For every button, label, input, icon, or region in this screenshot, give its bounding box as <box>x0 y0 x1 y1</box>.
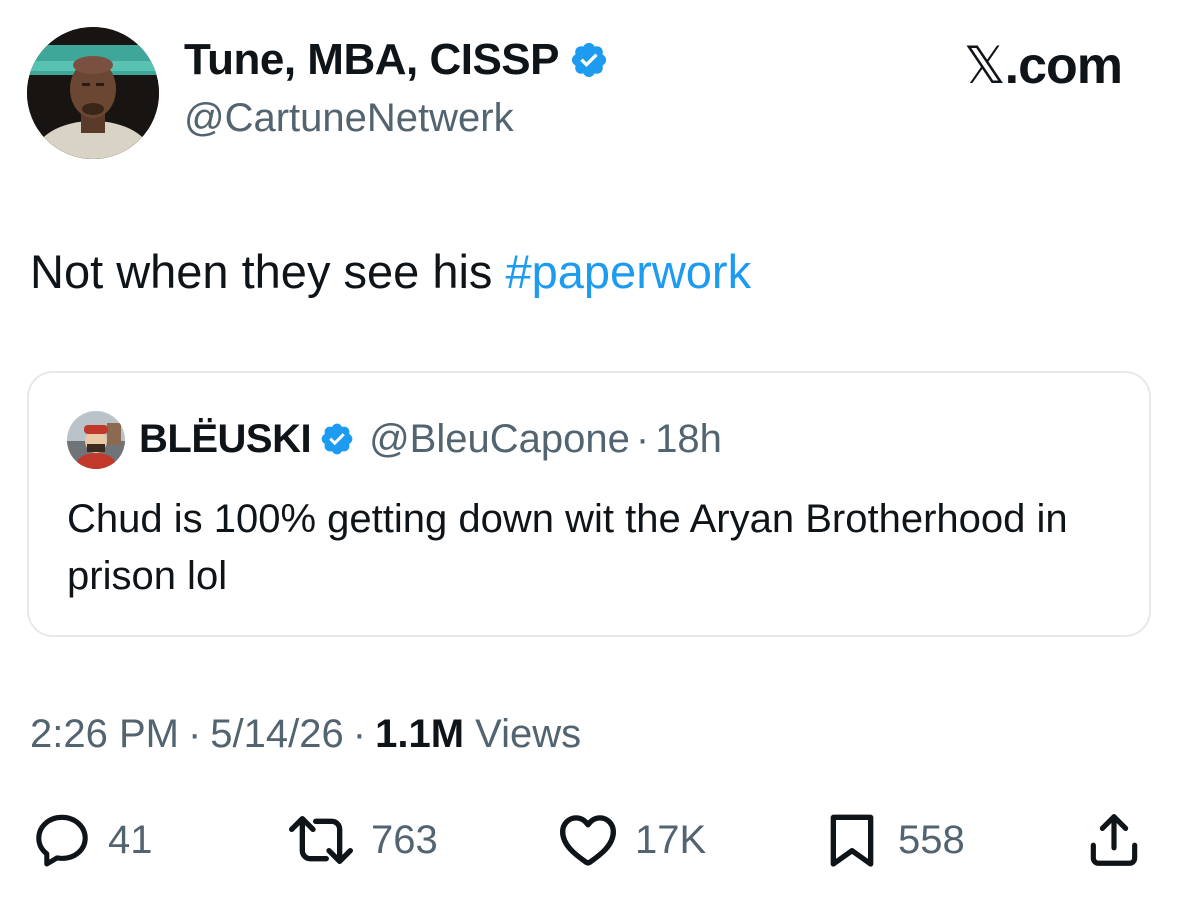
like-button[interactable]: 17K <box>555 800 706 880</box>
reply-button[interactable]: 41 <box>30 800 153 880</box>
author-handle[interactable]: @CartuneNetwerk <box>184 98 514 138</box>
quoted-tweet-text: Chud is 100% getting down wit the Aryan … <box>67 497 1068 598</box>
quoted-author-avatar[interactable] <box>67 411 125 469</box>
like-count: 17K <box>635 817 707 862</box>
x-logo-glyph: 𝕏 <box>963 36 1006 96</box>
verified-badge-icon <box>571 42 607 78</box>
tweet-time[interactable]: 2:26 PM <box>30 712 179 756</box>
share-icon <box>1090 814 1138 866</box>
views-label[interactable]: Views <box>475 712 581 756</box>
quoted-author-handle[interactable]: @BleuCapone <box>369 419 630 459</box>
quoted-author-name[interactable]: BLËUSKI <box>139 419 312 459</box>
reply-count: 41 <box>108 817 153 862</box>
like-icon <box>560 815 616 866</box>
action-bar: 41 763 17K 558 <box>0 800 1180 880</box>
repost-icon <box>288 816 353 864</box>
brand-suffix: .com <box>1004 37 1123 95</box>
tweet-text: Not when they see his #paperwork <box>30 244 751 300</box>
author-display-name[interactable]: Tune, MBA, CISSP <box>184 38 559 82</box>
bookmark-count: 558 <box>898 817 965 862</box>
bookmark-icon <box>830 814 874 867</box>
tweet-meta: 2:26 PM · 5/14/26 · 1.1M Views <box>30 714 581 754</box>
bookmark-button[interactable]: 558 <box>820 800 965 880</box>
share-button[interactable] <box>1083 800 1145 880</box>
separator-dot: · <box>635 417 650 461</box>
quoted-tweet-time[interactable]: 18h <box>655 419 722 459</box>
reply-icon <box>36 814 88 867</box>
quoted-tweet-header: BLËUSKI @BleuCapone · 18h <box>139 419 722 459</box>
author-name-row: Tune, MBA, CISSP <box>184 38 609 82</box>
tweet-date[interactable]: 5/14/26 <box>210 712 343 756</box>
tweet-text-body: Not when they see his <box>30 245 506 298</box>
repost-count: 763 <box>371 817 438 862</box>
separator-dot: · <box>187 712 202 756</box>
separator-dot: · <box>352 712 367 756</box>
author-avatar[interactable] <box>27 27 159 159</box>
verified-badge-icon <box>321 423 353 455</box>
views-count[interactable]: 1.1M <box>375 712 464 756</box>
repost-button[interactable]: 763 <box>285 800 438 880</box>
quoted-tweet-card[interactable]: BLËUSKI @BleuCapone · 18h Chud is 100% g… <box>27 371 1151 637</box>
hashtag-link[interactable]: #paperwork <box>506 245 752 298</box>
brand-logo: 𝕏.com <box>964 37 1123 95</box>
